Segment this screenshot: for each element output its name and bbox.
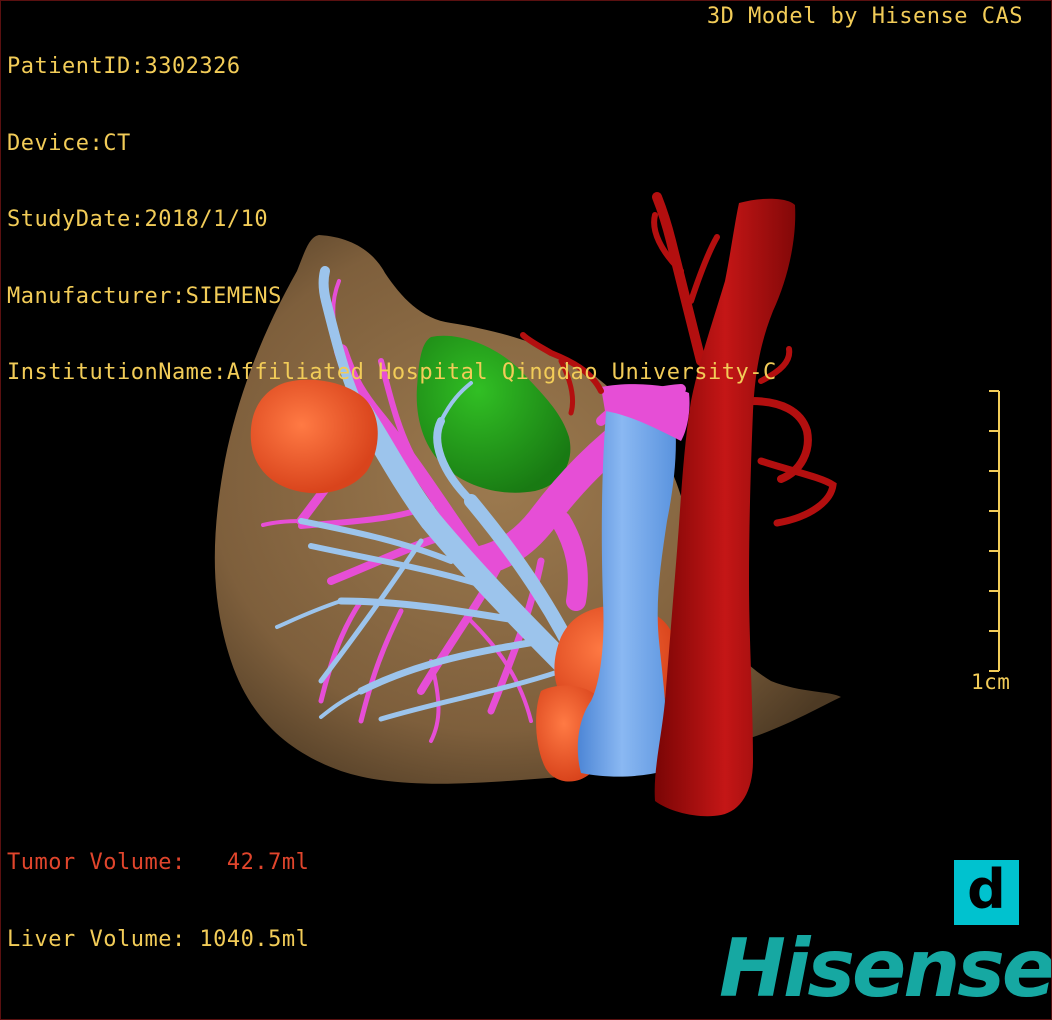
manufacturer-text: Manufacturer:SIEMENS (7, 283, 282, 309)
hisense-logo: Hisense (719, 922, 1052, 1015)
dicom-info-overlay: PatientID:3302326 Device:CT StudyDate:20… (7, 3, 777, 437)
tumor-volume-text: Tumor Volume: 42.7ml (7, 850, 310, 875)
view-mode-button[interactable]: d (954, 860, 1019, 925)
scale-bar (989, 390, 1000, 672)
model-credit-text: 3D Model by Hisense CAS (706, 4, 1023, 29)
patient-id-text: PatientID:3302326 (7, 54, 241, 79)
volume-readout: Tumor Volume: 42.7ml Liver Volume: 1040.… (7, 799, 309, 1003)
study-date-text: StudyDate:2018/1/10 (7, 207, 269, 232)
liver-volume-text: Liver Volume: 1040.5ml (7, 926, 310, 952)
render-viewport[interactable]: PatientID:3302326 Device:CT StudyDate:20… (0, 0, 1052, 1020)
institution-text: InstitutionName:Affiliated Hospital Qing… (7, 360, 777, 385)
device-text: Device:CT (7, 130, 131, 156)
scale-label: 1cm (971, 670, 1011, 694)
